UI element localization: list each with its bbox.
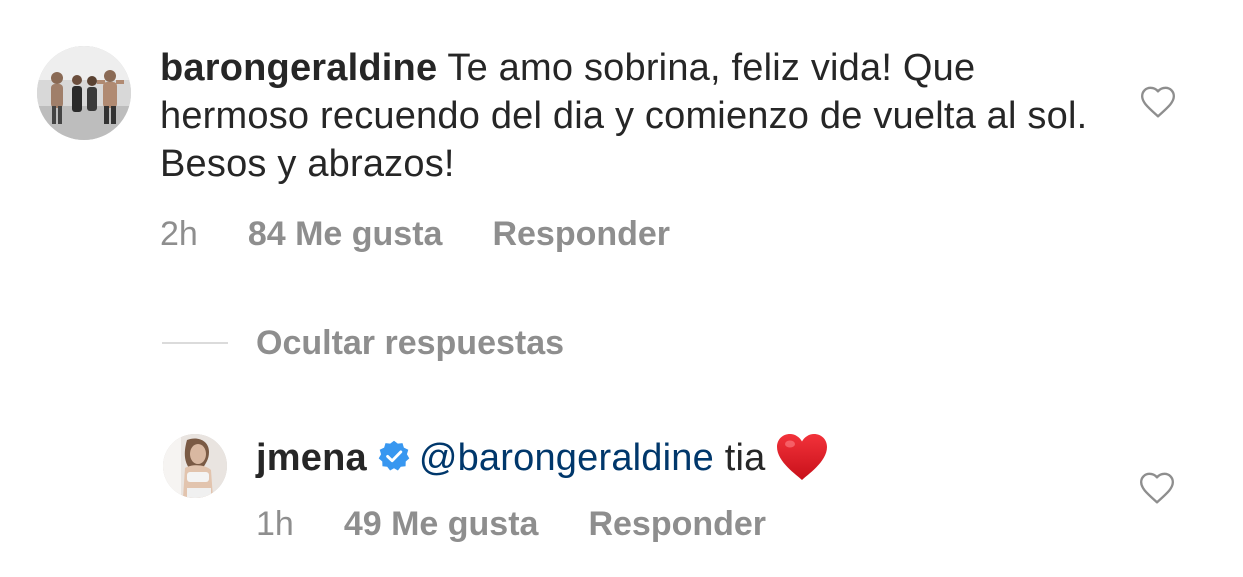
comment-time: 2h <box>160 215 198 253</box>
reply-username[interactable]: jmena <box>256 437 367 479</box>
replies-divider <box>162 342 228 344</box>
comment-body: barongeraldine Te amo sobrina, feliz vid… <box>160 44 1100 188</box>
hide-replies-label: Ocultar respuestas <box>256 323 565 362</box>
heart-outline-icon[interactable] <box>1137 468 1177 508</box>
reply-mention[interactable]: @barongeraldine <box>419 437 714 479</box>
hide-replies-button[interactable]: Ocultar respuestas <box>162 322 564 364</box>
comment-likes[interactable]: 84 Me gusta <box>248 215 443 253</box>
reply-button[interactable]: Responder <box>588 505 766 543</box>
reply-text: tia <box>724 437 766 479</box>
profile-photo-group <box>37 46 131 140</box>
reply-likes[interactable]: 49 Me gusta <box>344 505 539 543</box>
reply-time: 1h <box>256 505 294 543</box>
avatar[interactable] <box>163 434 227 498</box>
heart-outline-icon[interactable] <box>1138 82 1178 122</box>
reply-button[interactable]: Responder <box>492 215 670 253</box>
verified-badge-icon <box>377 437 411 471</box>
red-heart-emoji <box>775 432 829 482</box>
reply-meta: 1h 49 Me gusta Responder <box>256 504 766 544</box>
profile-photo <box>163 434 227 498</box>
comment-meta: 2h 84 Me gusta Responder <box>160 214 670 254</box>
avatar[interactable] <box>37 46 131 140</box>
comment-username[interactable]: barongeraldine <box>160 47 437 89</box>
reply-body: jmena @barongeraldine tia <box>256 432 1116 482</box>
